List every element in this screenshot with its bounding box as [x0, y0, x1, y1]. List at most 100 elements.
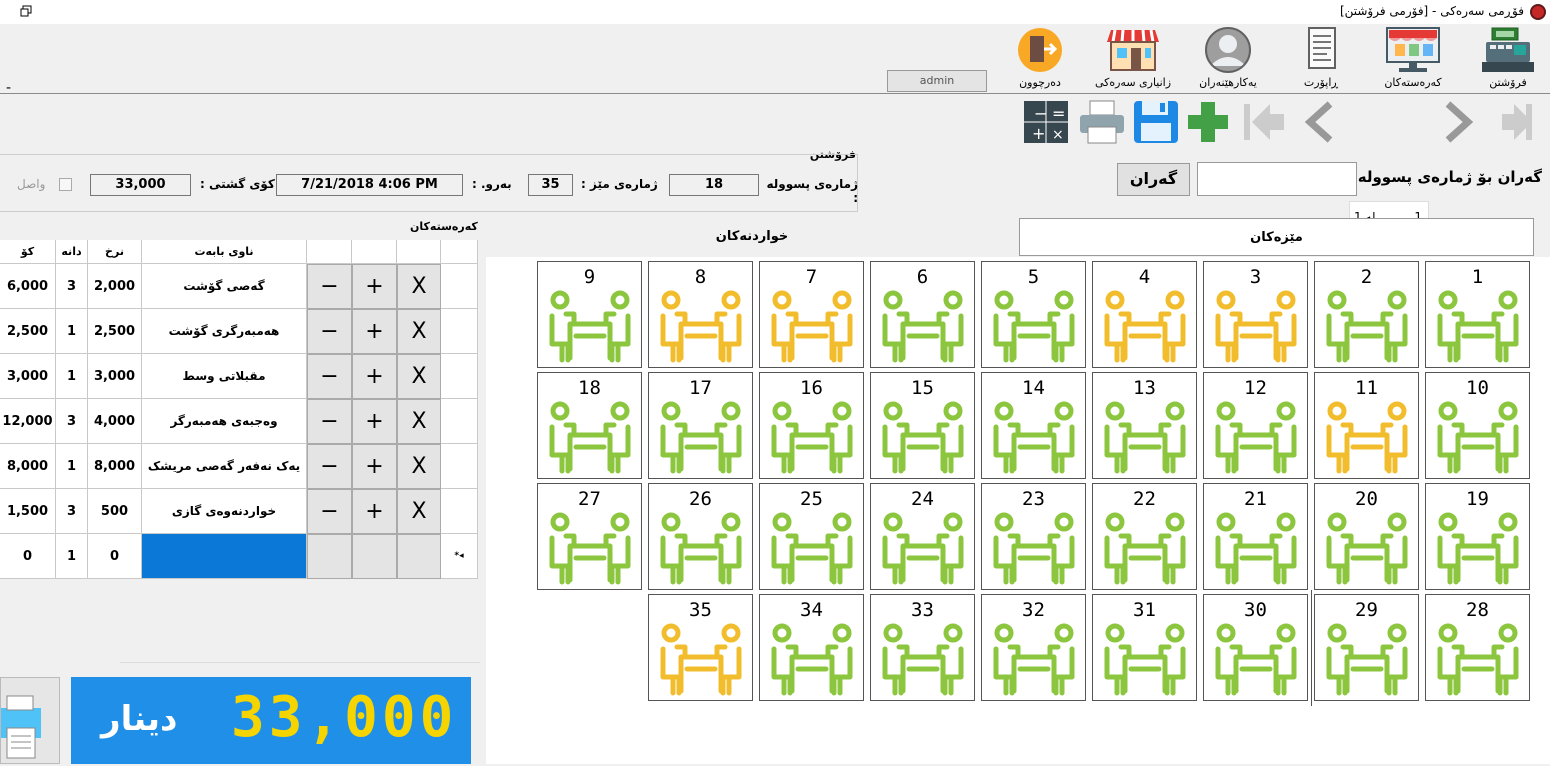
item-name[interactable]: یەک نەفەر گەصی مریشک [142, 444, 307, 489]
table-tile[interactable]: 21 [1203, 483, 1308, 590]
table-tile[interactable]: 3 [1203, 261, 1308, 368]
row-selector[interactable] [441, 444, 478, 489]
receipt-print-button[interactable] [0, 677, 60, 764]
add-icon[interactable] [1184, 99, 1232, 145]
menu-items[interactable]: کەرەستەکان [1370, 26, 1456, 94]
first-record-icon[interactable] [1240, 99, 1288, 145]
table-tile[interactable]: 34 [759, 594, 864, 701]
item-qty[interactable]: 3 [56, 399, 88, 444]
item-price[interactable]: 4,000 [88, 399, 142, 444]
item-price[interactable]: 2,000 [88, 264, 142, 309]
decrease-qty-button[interactable]: − [307, 354, 352, 399]
decrease-qty-button[interactable]: − [307, 444, 352, 489]
table-tile[interactable]: 32 [981, 594, 1086, 701]
remove-item-button[interactable] [397, 534, 441, 579]
row-selector[interactable] [441, 264, 478, 309]
table-row[interactable]: 12,000 3 4,000 وەجبەی هەمبەرگر − + X [0, 399, 478, 444]
item-qty[interactable]: 1 [56, 444, 88, 489]
item-total[interactable]: 8,000 [0, 444, 56, 489]
decrease-qty-button[interactable]: − [307, 264, 352, 309]
menu-sales[interactable]: فرۆشتن [1465, 26, 1550, 94]
table-row[interactable]: 8,000 1 8,000 یەک نەفەر گەصی مریشک − + X [0, 444, 478, 489]
menu-main-info[interactable]: زانیاری سەرەکی [1090, 26, 1176, 94]
calculator-icon[interactable]: − = + × [1022, 99, 1070, 145]
increase-qty-button[interactable]: + [352, 309, 397, 354]
table-tile[interactable]: 1 [1425, 261, 1530, 368]
decrease-qty-button[interactable] [307, 534, 352, 579]
table-tile[interactable]: 13 [1092, 372, 1197, 479]
table-tile[interactable]: 17 [648, 372, 753, 479]
print-icon[interactable] [1078, 99, 1126, 145]
table-row[interactable]: 1,500 3 500 خواردنەوەی گازی − + X [0, 489, 478, 534]
table-tile[interactable]: 12 [1203, 372, 1308, 479]
table-tile[interactable]: 25 [759, 483, 864, 590]
item-qty[interactable]: 3 [56, 489, 88, 534]
new-row-price[interactable]: 0 [88, 534, 142, 579]
table-tile[interactable]: 7 [759, 261, 864, 368]
item-name[interactable]: گەصی گۆشت [142, 264, 307, 309]
item-price[interactable]: 8,000 [88, 444, 142, 489]
table-tile[interactable]: 22 [1092, 483, 1197, 590]
previous-record-icon[interactable] [1296, 99, 1344, 145]
restore-icon[interactable] [20, 5, 32, 17]
increase-qty-button[interactable]: + [352, 444, 397, 489]
item-name[interactable]: خواردنەوەی گازی [142, 489, 307, 534]
new-row[interactable]: 0 1 0 *◂ [0, 534, 478, 579]
table-row[interactable]: 3,000 1 3,000 مقبلاتی وسط − + X [0, 354, 478, 399]
table-tile[interactable]: 4 [1092, 261, 1197, 368]
item-total[interactable]: 2,500 [0, 309, 56, 354]
item-price[interactable]: 500 [88, 489, 142, 534]
table-tile[interactable]: 35 [648, 594, 753, 701]
table-row[interactable]: 6,000 3 2,000 گەصی گۆشت − + X [0, 264, 478, 309]
search-button[interactable]: گەران [1117, 163, 1190, 196]
table-tile[interactable]: 28 [1425, 594, 1530, 701]
table-tile[interactable]: 20 [1314, 483, 1419, 590]
invoice-search-input[interactable] [1197, 162, 1357, 196]
new-row-total[interactable]: 0 [0, 534, 56, 579]
row-selector[interactable] [441, 309, 478, 354]
table-tile[interactable]: 30 [1203, 594, 1308, 701]
table-tile[interactable]: 29 [1314, 594, 1419, 701]
save-icon[interactable] [1132, 99, 1180, 145]
table-tile[interactable]: 6 [870, 261, 975, 368]
decrease-qty-button[interactable]: − [307, 309, 352, 354]
decrease-qty-button[interactable]: − [307, 399, 352, 444]
table-tile[interactable]: 18 [537, 372, 642, 479]
increase-qty-button[interactable]: + [352, 264, 397, 309]
table-tile[interactable]: 15 [870, 372, 975, 479]
item-name[interactable]: وەجبەی هەمبەرگر [142, 399, 307, 444]
row-selector[interactable] [441, 399, 478, 444]
decrease-qty-button[interactable]: − [307, 489, 352, 534]
received-checkbox[interactable] [59, 178, 72, 191]
item-price[interactable]: 3,000 [88, 354, 142, 399]
item-price[interactable]: 2,500 [88, 309, 142, 354]
table-tile[interactable]: 27 [537, 483, 642, 590]
remove-item-button[interactable]: X [397, 444, 441, 489]
item-qty[interactable]: 1 [56, 309, 88, 354]
row-selector[interactable] [441, 489, 478, 534]
remove-item-button[interactable]: X [397, 489, 441, 534]
item-total[interactable]: 12,000 [0, 399, 56, 444]
new-row-name[interactable] [142, 534, 307, 579]
item-total[interactable]: 1,500 [0, 489, 56, 534]
item-name[interactable]: مقبلاتی وسط [142, 354, 307, 399]
increase-qty-button[interactable]: + [352, 354, 397, 399]
table-tile[interactable]: 31 [1092, 594, 1197, 701]
table-tile[interactable]: 5 [981, 261, 1086, 368]
increase-qty-button[interactable]: + [352, 489, 397, 534]
table-tile[interactable]: 26 [648, 483, 753, 590]
item-qty[interactable]: 3 [56, 264, 88, 309]
table-tile[interactable]: 2 [1314, 261, 1419, 368]
new-row-qty[interactable]: 1 [56, 534, 88, 579]
table-tile[interactable]: 19 [1425, 483, 1530, 590]
remove-item-button[interactable]: X [397, 264, 441, 309]
table-tile[interactable]: 33 [870, 594, 975, 701]
increase-qty-button[interactable]: + [352, 399, 397, 444]
item-qty[interactable]: 1 [56, 354, 88, 399]
table-row[interactable]: 2,500 1 2,500 هەمبەرگری گۆشت − + X [0, 309, 478, 354]
tab-tables[interactable]: مێزەکان [1019, 218, 1534, 256]
table-tile[interactable]: 24 [870, 483, 975, 590]
menu-report[interactable]: ڕاپۆرت [1278, 26, 1364, 94]
table-tile[interactable]: 10 [1425, 372, 1530, 479]
remove-item-button[interactable]: X [397, 354, 441, 399]
